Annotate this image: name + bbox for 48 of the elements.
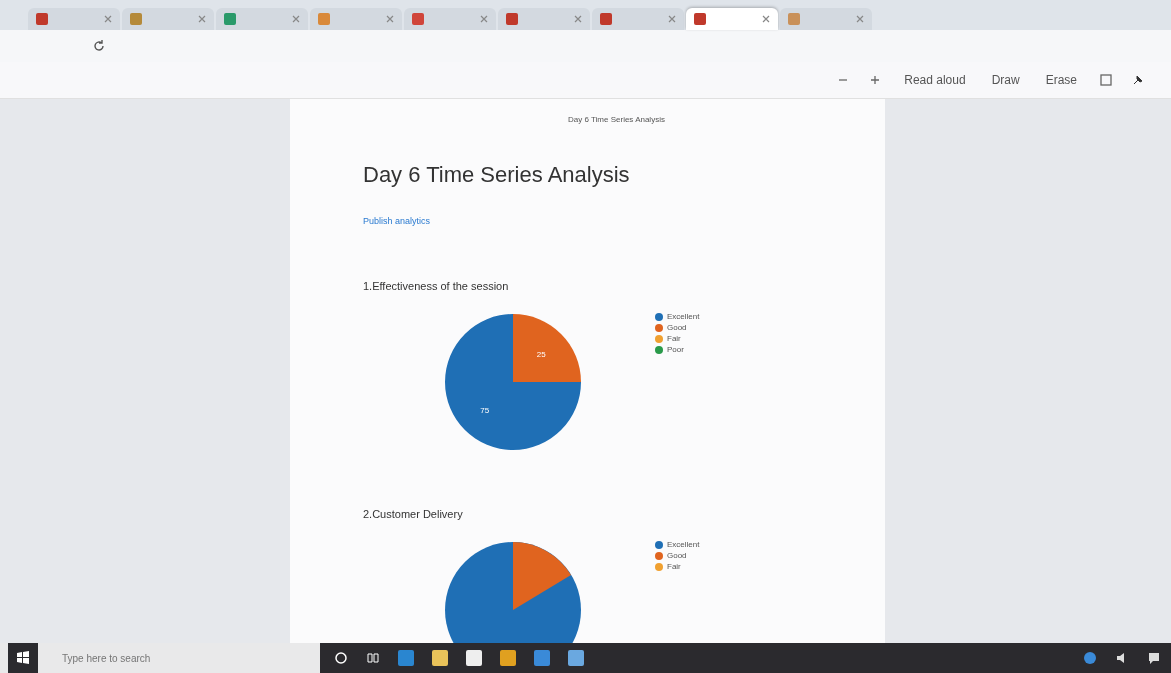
legend-label: Poor: [667, 345, 684, 354]
page-icon: [224, 13, 236, 25]
start-button[interactable]: [8, 643, 38, 673]
task-view-icon[interactable]: [366, 651, 380, 665]
cortana-icon[interactable]: [334, 651, 348, 665]
legend-label: Excellent: [667, 540, 700, 549]
legend-label: Fair: [667, 562, 681, 571]
close-icon[interactable]: [856, 15, 864, 23]
page-icon: [506, 13, 518, 25]
legend-label: Excellent: [667, 312, 700, 321]
close-icon[interactable]: [762, 15, 770, 23]
browser-tab[interactable]: [686, 8, 778, 30]
page-icon: [788, 13, 800, 25]
publish-link[interactable]: Publish analytics: [363, 216, 431, 226]
close-icon[interactable]: [292, 15, 300, 23]
close-icon[interactable]: [574, 15, 582, 23]
page-icon: [36, 13, 48, 25]
browser-tab[interactable]: [216, 8, 308, 30]
browser-tab[interactable]: [122, 8, 214, 30]
browser-tab[interactable]: [498, 8, 590, 30]
close-icon[interactable]: [480, 15, 488, 23]
refresh-icon[interactable]: [92, 39, 106, 53]
legend-label: Good: [667, 551, 687, 560]
draw-button[interactable]: Draw: [987, 71, 1024, 89]
close-icon[interactable]: [104, 15, 112, 23]
data-label: 25: [536, 349, 546, 359]
notification-icon[interactable]: [1147, 651, 1161, 665]
page-icon: [412, 13, 424, 25]
close-icon[interactable]: [198, 15, 206, 23]
running-header: Day 6 Time Series Analysis: [567, 115, 666, 124]
page-icon: [694, 13, 706, 25]
form-title: Day 6 Time Series Analysis: [363, 162, 631, 188]
legend-label: Fair: [667, 334, 681, 343]
question-title: 1.Effectiveness of the session: [363, 280, 510, 292]
page-icon: [600, 13, 612, 25]
browser-tab[interactable]: [592, 8, 684, 30]
read-aloud-button[interactable]: Read aloud: [900, 71, 970, 89]
legend-label: Good: [667, 323, 687, 332]
question-title: 2.Customer Delivery: [363, 508, 464, 520]
close-icon[interactable]: [668, 15, 676, 23]
close-icon[interactable]: [386, 15, 394, 23]
page-icon: [130, 13, 142, 25]
browser-tab[interactable]: [404, 8, 496, 30]
page-icon: [318, 13, 330, 25]
windows-icon: [16, 651, 30, 665]
erase-button[interactable]: Erase: [1041, 71, 1081, 89]
browser-tab[interactable]: [28, 8, 120, 30]
data-label: 75: [480, 406, 490, 416]
